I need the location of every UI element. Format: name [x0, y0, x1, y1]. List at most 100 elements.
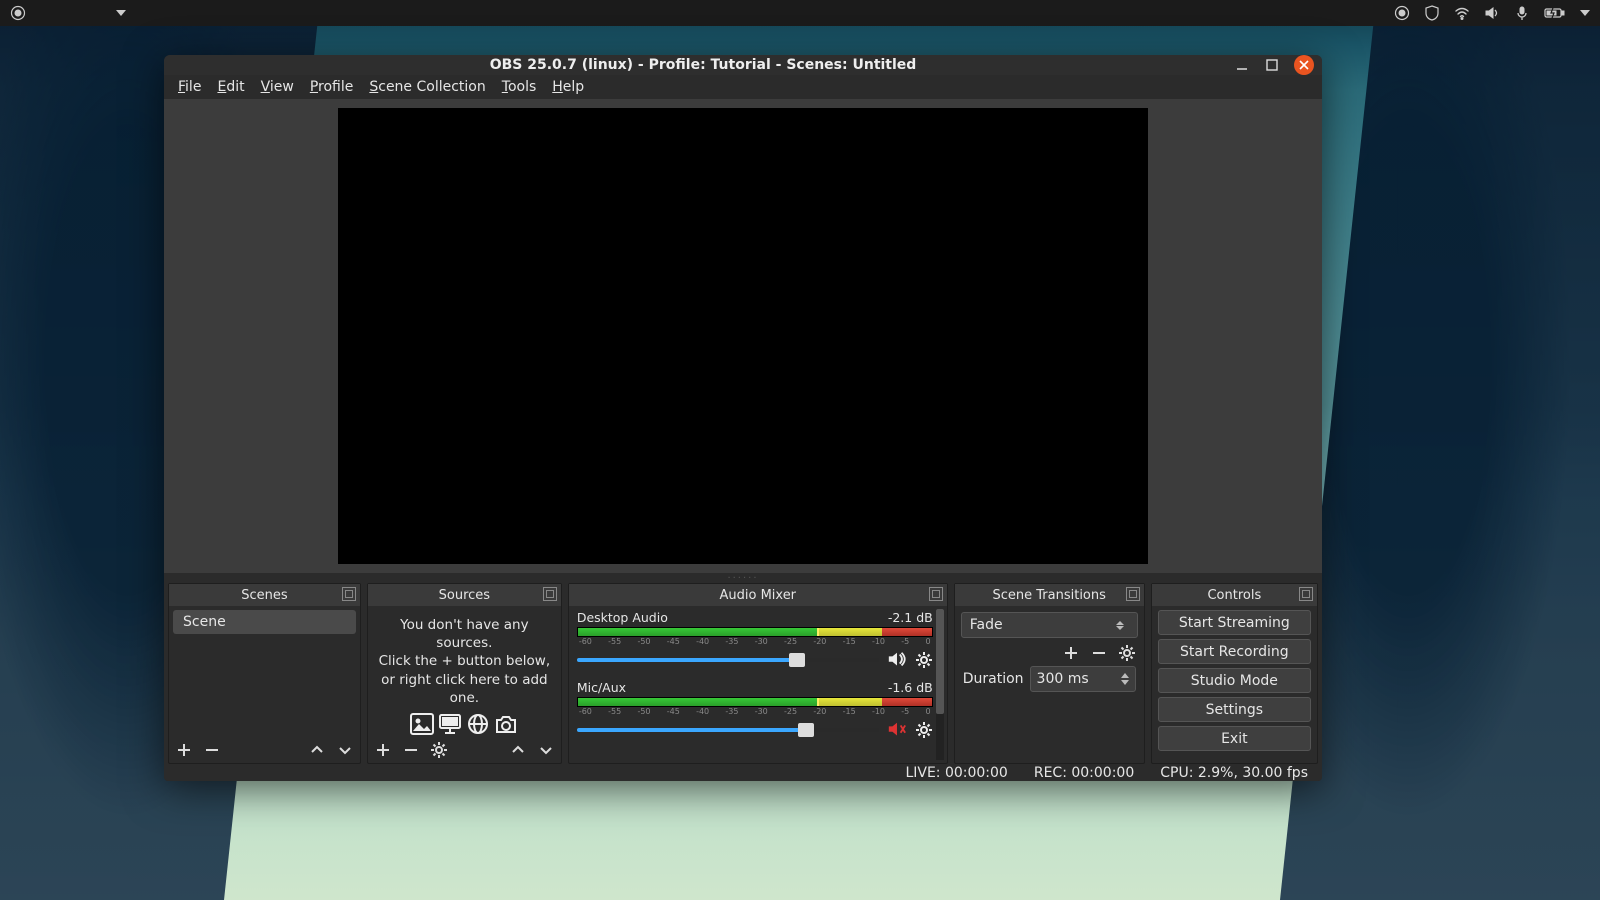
browser-source-icon [466, 713, 490, 735]
scenes-dock-popout-button[interactable] [342, 587, 356, 601]
window-titlebar[interactable]: OBS 25.0.7 (linux) - Profile: Tutorial -… [164, 55, 1322, 75]
system-top-bar [0, 0, 1600, 26]
mixer-volume-slider[interactable] [577, 728, 879, 732]
menu-help[interactable]: Help [544, 75, 592, 99]
mixer-ticks: -60-55-50-45-40-35-30-25-20-15-10-50 [577, 707, 933, 718]
mic-icon[interactable] [1514, 5, 1530, 21]
mixer-dock-popout-button[interactable] [929, 587, 943, 601]
desktop-wallpaper-right [1280, 0, 1600, 900]
source-move-up-button[interactable] [509, 741, 527, 759]
status-bar: LIVE: 00:00:00 REC: 00:00:00 CPU: 2.9%, … [164, 764, 1322, 781]
system-menu-caret-icon[interactable] [1580, 10, 1590, 16]
mixer-track-settings-button[interactable] [915, 651, 933, 669]
sources-empty-text: or right click here to add one. [374, 671, 555, 707]
scene-move-up-button[interactable] [308, 741, 326, 759]
menu-tools[interactable]: Tools [494, 75, 545, 99]
audio-mixer-dock: Audio Mixer Desktop Audio -2.1 dB -60-55-5… [568, 583, 948, 764]
obs-window: OBS 25.0.7 (linux) - Profile: Tutorial -… [164, 55, 1322, 781]
sources-dock-title: Sources [368, 584, 561, 606]
mixer-speaker-button[interactable] [887, 650, 907, 670]
combo-arrows-icon [1111, 621, 1129, 630]
preview-area [164, 99, 1322, 573]
transition-duration-spinbox[interactable]: 300 ms [1030, 666, 1136, 692]
status-rec: REC: 00:00:00 [1034, 765, 1134, 781]
camera-source-icon [494, 713, 518, 735]
shield-icon[interactable] [1424, 5, 1440, 21]
start-streaming-button[interactable]: Start Streaming [1158, 610, 1311, 635]
mixer-scroll-area: Desktop Audio -2.1 dB -60-55-50-45-40-35-3… [571, 608, 945, 761]
image-source-icon [410, 713, 434, 735]
scenes-list-area[interactable] [171, 636, 358, 735]
remove-source-button[interactable] [402, 741, 420, 759]
docks-row: Scenes Scene Sources [164, 583, 1322, 764]
mixer-track-level: -1.6 dB [888, 680, 933, 695]
menu-profile[interactable]: Profile [302, 75, 362, 99]
source-properties-button[interactable] [430, 741, 448, 759]
transitions-dock-title: Scene Transitions [955, 584, 1144, 606]
sources-empty-text: Click the + button below, [379, 652, 551, 670]
window-minimize-button[interactable] [1234, 57, 1250, 73]
mixer-meter [577, 627, 933, 637]
window-maximize-button[interactable] [1264, 57, 1280, 73]
wifi-icon[interactable] [1454, 5, 1470, 21]
sources-dock: Sources You don't have any sources. Clic… [367, 583, 562, 764]
sources-dock-popout-button[interactable] [543, 587, 557, 601]
battery-icon[interactable] [1544, 5, 1566, 21]
volume-icon[interactable] [1484, 5, 1500, 21]
scenes-dock: Scenes Scene [168, 583, 361, 764]
menu-edit[interactable]: Edit [209, 75, 252, 99]
remove-transition-button[interactable] [1090, 644, 1108, 662]
controls-dock-title: Controls [1152, 584, 1317, 606]
close-icon [1299, 60, 1309, 70]
scene-item[interactable]: Scene [173, 610, 356, 634]
menu-scene-collection[interactable]: Scene Collection [361, 75, 493, 99]
menu-file[interactable]: File [170, 75, 209, 99]
mixer-track-name: Mic/Aux [577, 680, 626, 695]
mixer-track-settings-button[interactable] [915, 721, 933, 739]
menu-view[interactable]: View [253, 75, 302, 99]
window-close-button[interactable] [1294, 55, 1314, 75]
transition-select-value: Fade [970, 617, 1003, 633]
transition-properties-button[interactable] [1118, 644, 1136, 662]
transitions-dock-popout-button[interactable] [1126, 587, 1140, 601]
add-transition-button[interactable] [1062, 644, 1080, 662]
controls-dock: Controls Start Streaming Start Recording S… [1151, 583, 1318, 764]
menu-bar: File Edit View Profile Scene Collection … [164, 75, 1322, 99]
mixer-track-level: -2.1 dB [888, 610, 933, 625]
scene-transitions-dock: Scene Transitions Fade Duration 300 ms [954, 583, 1145, 764]
obs-indicator-icon[interactable] [1394, 5, 1410, 21]
sources-empty-text: You don't have any sources. [374, 616, 555, 652]
exit-button[interactable]: Exit [1158, 726, 1311, 751]
remove-scene-button[interactable] [203, 741, 221, 759]
transition-duration-label: Duration [963, 671, 1024, 687]
controls-dock-popout-button[interactable] [1299, 587, 1313, 601]
settings-button[interactable]: Settings [1158, 697, 1311, 722]
spin-up-icon[interactable] [1121, 673, 1129, 678]
dock-splitter[interactable]: ······ [164, 573, 1322, 583]
mixer-track: Desktop Audio -2.1 dB -60-55-50-45-40-35-3… [571, 608, 945, 678]
sources-toolbar [368, 737, 561, 763]
mixer-dock-title: Audio Mixer [569, 584, 947, 606]
mixer-ticks: -60-55-50-45-40-35-30-25-20-15-10-50 [577, 637, 933, 648]
mixer-scrollbar-thumb[interactable] [936, 609, 944, 714]
mixer-track: Mic/Aux -1.6 dB -60-55-50-45-40-35-30-25-2… [571, 678, 945, 748]
mixer-volume-slider[interactable] [577, 658, 879, 662]
mixer-track-name: Desktop Audio [577, 610, 668, 625]
scene-move-down-button[interactable] [336, 741, 354, 759]
display-source-icon [438, 713, 462, 735]
source-move-down-button[interactable] [537, 741, 555, 759]
studio-mode-button[interactable]: Studio Mode [1158, 668, 1311, 693]
status-cpu: CPU: 2.9%, 30.00 fps [1160, 765, 1308, 781]
add-scene-button[interactable] [175, 741, 193, 759]
topbar-dropdown-icon[interactable] [116, 10, 126, 16]
preview-canvas[interactable] [338, 108, 1148, 564]
mixer-mute-button[interactable] [887, 720, 907, 740]
start-recording-button[interactable]: Start Recording [1158, 639, 1311, 664]
spin-down-icon[interactable] [1121, 680, 1129, 685]
scenes-dock-title: Scenes [169, 584, 360, 606]
sources-empty-area[interactable]: You don't have any sources. Click the + … [370, 608, 559, 735]
obs-tray-icon[interactable] [10, 5, 26, 21]
add-source-button[interactable] [374, 741, 392, 759]
status-live: LIVE: 00:00:00 [905, 765, 1007, 781]
transition-select[interactable]: Fade [961, 612, 1138, 638]
